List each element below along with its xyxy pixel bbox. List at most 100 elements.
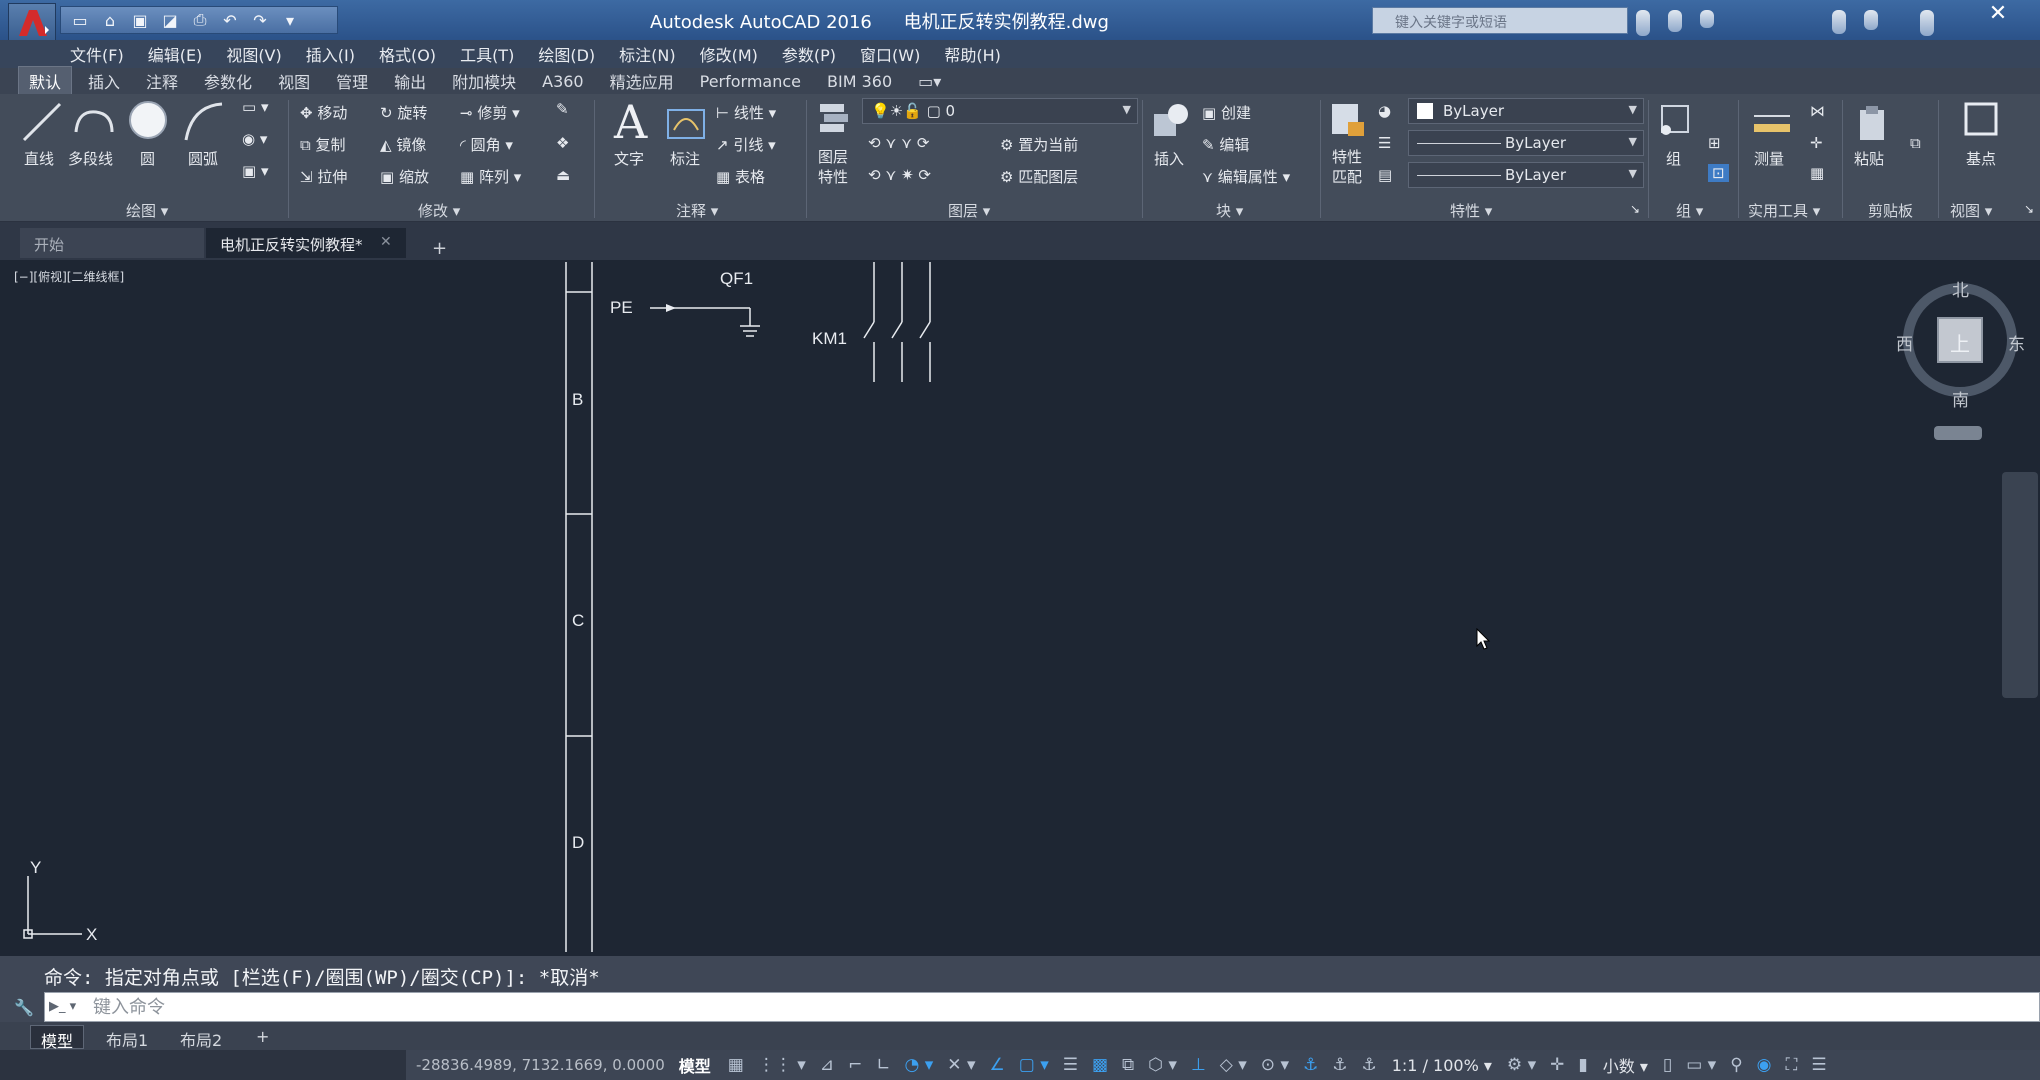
match-properties-label-1[interactable]: 特性 — [1332, 146, 1362, 167]
menu-tools[interactable]: 工具(T) — [460, 42, 514, 66]
grid-icon[interactable]: ▦ — [728, 1055, 744, 1075]
group-select-icon[interactable]: ⊡ — [1708, 164, 1729, 182]
layer-dropdown[interactable]: 💡☀🔓 ▢ 0 ▼ — [862, 98, 1138, 124]
insert-button[interactable]: 插入 — [1154, 148, 1184, 169]
gizmo-icon[interactable]: ⊙ ▾ — [1261, 1055, 1289, 1075]
snap-icon[interactable]: ⋮⋮ ▾ — [758, 1055, 806, 1075]
base-button[interactable]: 基点 — [1966, 148, 1996, 169]
lineweight-dropdown[interactable]: ByLayer ▼ — [1408, 162, 1644, 188]
menu-window[interactable]: 窗口(W) — [860, 42, 920, 66]
drawing-canvas[interactable]: B C D PE QF1 KM1 Y X — [10, 262, 2040, 952]
group-edit-icon[interactable]: ⊞ — [1708, 134, 1721, 152]
match-properties-label-2[interactable]: 匹配 — [1332, 166, 1362, 187]
object-snap-icon[interactable]: ▢ ▾ — [1019, 1055, 1049, 1075]
scale-button[interactable]: ▣ 缩放 — [380, 166, 429, 187]
dynamic-input-icon[interactable]: ⌐ — [848, 1055, 862, 1075]
tab-featured-apps[interactable]: 精选应用 — [600, 67, 684, 95]
view-launcher-icon[interactable]: ↘ — [2024, 202, 2034, 216]
annotation-panel-title[interactable]: 注释 ▾ — [676, 200, 718, 221]
print-icon[interactable]: ⎙ — [187, 9, 213, 31]
layers-panel-title[interactable]: 图层 ▾ — [948, 200, 990, 221]
object-snap-tracking-icon[interactable]: ∠ — [989, 1055, 1004, 1075]
close-tab-icon[interactable]: ✕ — [380, 234, 392, 250]
compass-west[interactable]: 西 — [1896, 330, 1913, 355]
point-icon[interactable]: ✛ — [1810, 134, 1823, 152]
tab-start[interactable]: 开始 — [20, 228, 204, 258]
selection-filter-icon[interactable]: ◇ ▾ — [1220, 1055, 1247, 1075]
viewcube-top-face[interactable]: 上 — [1950, 328, 1970, 357]
stretch-button[interactable]: ⇲ 拉伸 — [300, 166, 347, 187]
hatch-icon[interactable]: ◉ ▾ — [242, 130, 267, 148]
text-button[interactable]: 文字 — [614, 148, 644, 169]
layer-properties-label-2[interactable]: 特性 — [818, 166, 848, 187]
isodraft-icon[interactable]: ✕ ▾ — [947, 1055, 975, 1075]
linetype-dropdown[interactable]: ByLayer ▼ — [1408, 130, 1644, 156]
group-icon[interactable] — [1658, 100, 1694, 140]
rotate-button[interactable]: ↻ 旋转 — [380, 102, 427, 123]
hardware-acceleration-icon[interactable]: ◉ — [1757, 1055, 1772, 1075]
units-value[interactable]: 小数 ▾ — [1603, 1053, 1648, 1077]
base-point-icon[interactable] — [1962, 100, 2002, 140]
annotation-scale-value[interactable]: 1:1 / 100% ▾ — [1392, 1056, 1492, 1075]
lock-ui-icon[interactable]: ▭ ▾ — [1686, 1055, 1716, 1075]
view-panel-title[interactable]: 视图 ▾ — [1950, 200, 1992, 221]
color-dropdown[interactable]: ByLayer ▼ — [1408, 98, 1644, 124]
tab-a360[interactable]: A360 — [532, 70, 593, 93]
circle-button[interactable]: 圆 — [140, 148, 155, 169]
isolate-objects-icon[interactable]: ⚲ — [1730, 1055, 1742, 1075]
block-panel-title[interactable]: 块 ▾ — [1216, 200, 1243, 221]
match-layer-button[interactable]: ⚙ 匹配图层 — [1000, 166, 1078, 187]
ortho-icon[interactable]: ∟ — [876, 1055, 890, 1075]
auto-scale-icon[interactable]: ⚓ — [1332, 1055, 1347, 1075]
menu-help[interactable]: 帮助(H) — [944, 42, 1001, 66]
transparency-icon[interactable]: ▩ — [1092, 1055, 1108, 1075]
infer-constraints-icon[interactable]: ⊿ — [820, 1055, 834, 1075]
new-tab-button[interactable]: + — [418, 232, 461, 262]
match-properties-icon[interactable] — [1328, 100, 1368, 140]
measure-button[interactable]: 测量 — [1754, 148, 1784, 169]
draw-panel-title[interactable]: 绘图 ▾ — [126, 200, 168, 221]
open-icon[interactable]: ⌂ — [97, 9, 123, 31]
arc-icon[interactable] — [182, 100, 226, 144]
table-button[interactable]: ▦ 表格 — [716, 166, 765, 187]
edit-block-button[interactable]: ✎ 编辑 — [1202, 134, 1249, 155]
dimension-icon[interactable] — [664, 100, 708, 144]
properties-panel-title[interactable]: 特性 ▾ — [1450, 200, 1492, 221]
create-block-button[interactable]: ▣ 创建 — [1202, 102, 1251, 123]
explode-icon[interactable]: ❖ — [556, 134, 569, 152]
tab-manage[interactable]: 管理 — [326, 67, 378, 95]
compass-north[interactable]: 北 — [1952, 276, 1969, 301]
text-icon[interactable]: A — [610, 98, 650, 146]
command-prompt-icon[interactable]: ▶_ ▾ — [49, 999, 83, 1017]
tab-default[interactable]: 默认 — [18, 66, 73, 96]
menu-edit[interactable]: 编辑(E) — [148, 42, 203, 66]
units-icon[interactable]: ▮ — [1578, 1055, 1587, 1075]
insert-block-icon[interactable] — [1150, 100, 1190, 140]
polar-tracking-icon[interactable]: ◔ ▾ — [905, 1055, 934, 1075]
layer-properties-label-1[interactable]: 图层 — [818, 146, 848, 167]
properties-launcher-icon[interactable]: ↘ — [1630, 202, 1640, 216]
annotation-visibility-icon[interactable]: ⚓ — [1303, 1055, 1318, 1075]
tab-current-drawing[interactable]: 电机正反转实例教程* — [206, 228, 406, 258]
circle-icon[interactable] — [126, 98, 170, 142]
copy-button[interactable]: ⧉ 复制 — [300, 134, 346, 155]
compass-south[interactable]: 南 — [1952, 386, 1969, 411]
utilities-panel-title[interactable]: 实用工具 ▾ — [1748, 200, 1820, 221]
clean-screen-icon[interactable]: ⛶ — [1786, 1055, 1798, 1075]
line-icon[interactable] — [20, 100, 64, 144]
layer-tools-row-2[interactable]: ⟲ ⋎ ✷ ⟳ — [868, 166, 931, 184]
paste-button[interactable]: 粘贴 — [1854, 148, 1884, 169]
fillet-button[interactable]: ◜ 圆角 ▾ — [460, 134, 513, 155]
customization-icon[interactable]: ☰ — [1811, 1055, 1826, 1075]
layer-properties-icon[interactable] — [816, 100, 852, 136]
rectangle-icon[interactable]: ▭ ▾ — [242, 98, 268, 116]
tab-output[interactable]: 输出 — [384, 67, 436, 95]
groups-panel-title[interactable]: 组 ▾ — [1676, 200, 1703, 221]
calculator-icon[interactable]: ▦ — [1810, 164, 1824, 182]
menu-draw[interactable]: 绘图(D) — [538, 42, 595, 66]
line-button[interactable]: 直线 — [24, 148, 54, 169]
navigation-bar[interactable] — [2002, 472, 2038, 698]
tab-insert[interactable]: 插入 — [78, 67, 130, 95]
menu-insert[interactable]: 插入(I) — [306, 42, 355, 66]
selection-cycling-icon[interactable]: ⧉ — [1122, 1055, 1134, 1075]
